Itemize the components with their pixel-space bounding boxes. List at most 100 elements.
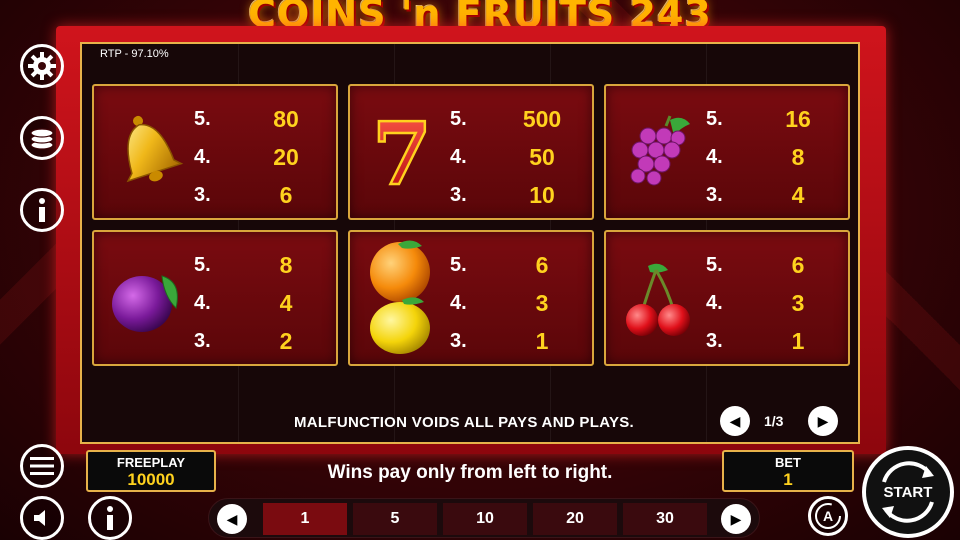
pay-count: 4.	[706, 145, 723, 168]
pay-value: 4	[791, 181, 805, 208]
chevron-left-icon: ◀	[226, 510, 238, 527]
freeplay-display: FREEPLAY 10000	[86, 450, 216, 492]
pay-value: 500	[522, 105, 562, 132]
paytable-card-orange-lemon: 5. 6 4. 3 3. 1	[348, 230, 594, 366]
pay-list: 5. 6 4. 3 3. 1	[450, 246, 580, 360]
pay-value: 1	[791, 327, 805, 354]
pay-count: 5.	[706, 107, 723, 130]
pay-count: 4.	[450, 145, 467, 168]
paytable-card-cherries: 5. 6 4. 3 3. 1	[604, 230, 850, 366]
pay-value: 8	[279, 251, 293, 278]
wins-note: Wins pay only from left to right.	[327, 462, 613, 483]
pay-value: 1	[535, 327, 549, 354]
pay-value: 8	[791, 143, 805, 170]
seven-icon: 7	[362, 103, 442, 207]
pay-list: 5. 6 4. 3 3. 1	[706, 246, 836, 360]
gear-icon	[28, 52, 56, 80]
pay-count: 5.	[450, 107, 467, 130]
pay-row: 5. 16	[706, 100, 836, 138]
spin-arrows-icon	[882, 461, 934, 523]
bell-icon	[106, 110, 186, 194]
menu-button[interactable]	[20, 444, 64, 488]
pay-list: 5. 500 4. 50 3. 10	[450, 100, 580, 214]
plum-icon	[106, 256, 186, 340]
bet-selector: ◀ 1 5 10 20 30 ▶	[208, 498, 760, 538]
pay-row: 3. 1	[706, 322, 836, 360]
chevron-left-icon: ◀	[729, 412, 741, 429]
paytable-card-bell: 5. 80 4. 20 3. 6	[92, 84, 338, 220]
settings-button[interactable]	[20, 44, 64, 88]
paytable-card-grapes: 5. 16 4. 8 3. 4	[604, 84, 850, 220]
freeplay-value: 10000	[127, 470, 175, 489]
info-icon	[39, 198, 45, 222]
pay-value: 20	[273, 143, 299, 170]
autoplay-icon: A	[815, 503, 841, 529]
pay-row: 3. 4	[706, 176, 836, 214]
chevron-right-icon: ▶	[817, 412, 829, 429]
pay-value: 6	[279, 181, 293, 208]
pay-value: 50	[529, 143, 555, 170]
pay-row: 4. 20	[194, 138, 324, 176]
svg-text:7: 7	[372, 110, 432, 194]
pay-row: 4. 3	[706, 284, 836, 322]
pay-row: 4. 4	[194, 284, 324, 322]
cherries-icon	[618, 256, 698, 340]
pay-row: 4. 8	[706, 138, 836, 176]
pay-value: 3	[791, 289, 805, 316]
bet-option[interactable]: 1	[263, 503, 347, 535]
pay-count: 3.	[194, 183, 211, 206]
pay-count: 4.	[706, 291, 723, 314]
start-button[interactable]: START	[862, 446, 954, 538]
autoplay-button[interactable]: A	[808, 496, 848, 536]
speaker-icon	[34, 510, 45, 526]
pay-count: 3.	[194, 329, 211, 352]
pay-value: 6	[791, 251, 805, 278]
coins-button[interactable]	[20, 116, 64, 160]
pay-value: 2	[279, 327, 293, 354]
pay-count: 4.	[450, 291, 467, 314]
pay-row: 5. 80	[194, 100, 324, 138]
bet-next-button[interactable]: ▶	[721, 504, 751, 534]
page-indicator: 1/3	[764, 413, 784, 429]
rtp-label: RTP - 97.10%	[100, 48, 169, 60]
pay-value: 6	[535, 251, 549, 278]
pay-value: 4	[279, 289, 293, 316]
bet-option[interactable]: 5	[353, 503, 437, 535]
bet-option[interactable]: 20	[533, 503, 617, 535]
bet-display: BET 1	[722, 450, 854, 492]
info-icon	[107, 506, 113, 530]
pay-count: 5.	[450, 253, 467, 276]
pay-list: 5. 80 4. 20 3. 6	[194, 100, 324, 214]
sound-button[interactable]	[20, 496, 64, 540]
bet-value: 1	[783, 470, 793, 489]
bet-option[interactable]: 10	[443, 503, 527, 535]
pay-row: 3. 10	[450, 176, 580, 214]
info-bottom-button[interactable]	[88, 496, 132, 540]
bet-label: BET	[775, 455, 801, 470]
paytable-card-plum: 5. 8 4. 4 3. 2	[92, 230, 338, 366]
pay-row: 3. 1	[450, 322, 580, 360]
next-page-button[interactable]: ▶	[808, 406, 838, 436]
paytable-pager: ◀ 1/3 ▶	[718, 406, 840, 438]
pay-count: 4.	[194, 291, 211, 314]
pay-row: 5. 6	[706, 246, 836, 284]
bet-prev-button[interactable]: ◀	[217, 504, 247, 534]
pay-row: 5. 8	[194, 246, 324, 284]
prev-page-button[interactable]: ◀	[720, 406, 750, 436]
pay-count: 5.	[706, 253, 723, 276]
pay-count: 3.	[450, 329, 467, 352]
svg-text:A: A	[823, 508, 833, 524]
pay-row: 4. 3	[450, 284, 580, 322]
pay-value: 3	[535, 289, 549, 316]
pay-value: 80	[273, 105, 299, 132]
pay-row: 3. 6	[194, 176, 324, 214]
pay-row: 3. 2	[194, 322, 324, 360]
malfunction-notice: MALFUNCTION VOIDS ALL PAYS AND PLAYS.	[294, 414, 635, 431]
pay-count: 3.	[706, 329, 723, 352]
paytable-card-seven: 7 5. 500 4. 50 3. 10	[348, 84, 594, 220]
coin-stack-icon	[30, 128, 54, 150]
pay-value: 16	[785, 105, 811, 132]
info-button[interactable]	[20, 188, 64, 232]
bet-option[interactable]: 30	[623, 503, 707, 535]
pay-count: 3.	[450, 183, 467, 206]
